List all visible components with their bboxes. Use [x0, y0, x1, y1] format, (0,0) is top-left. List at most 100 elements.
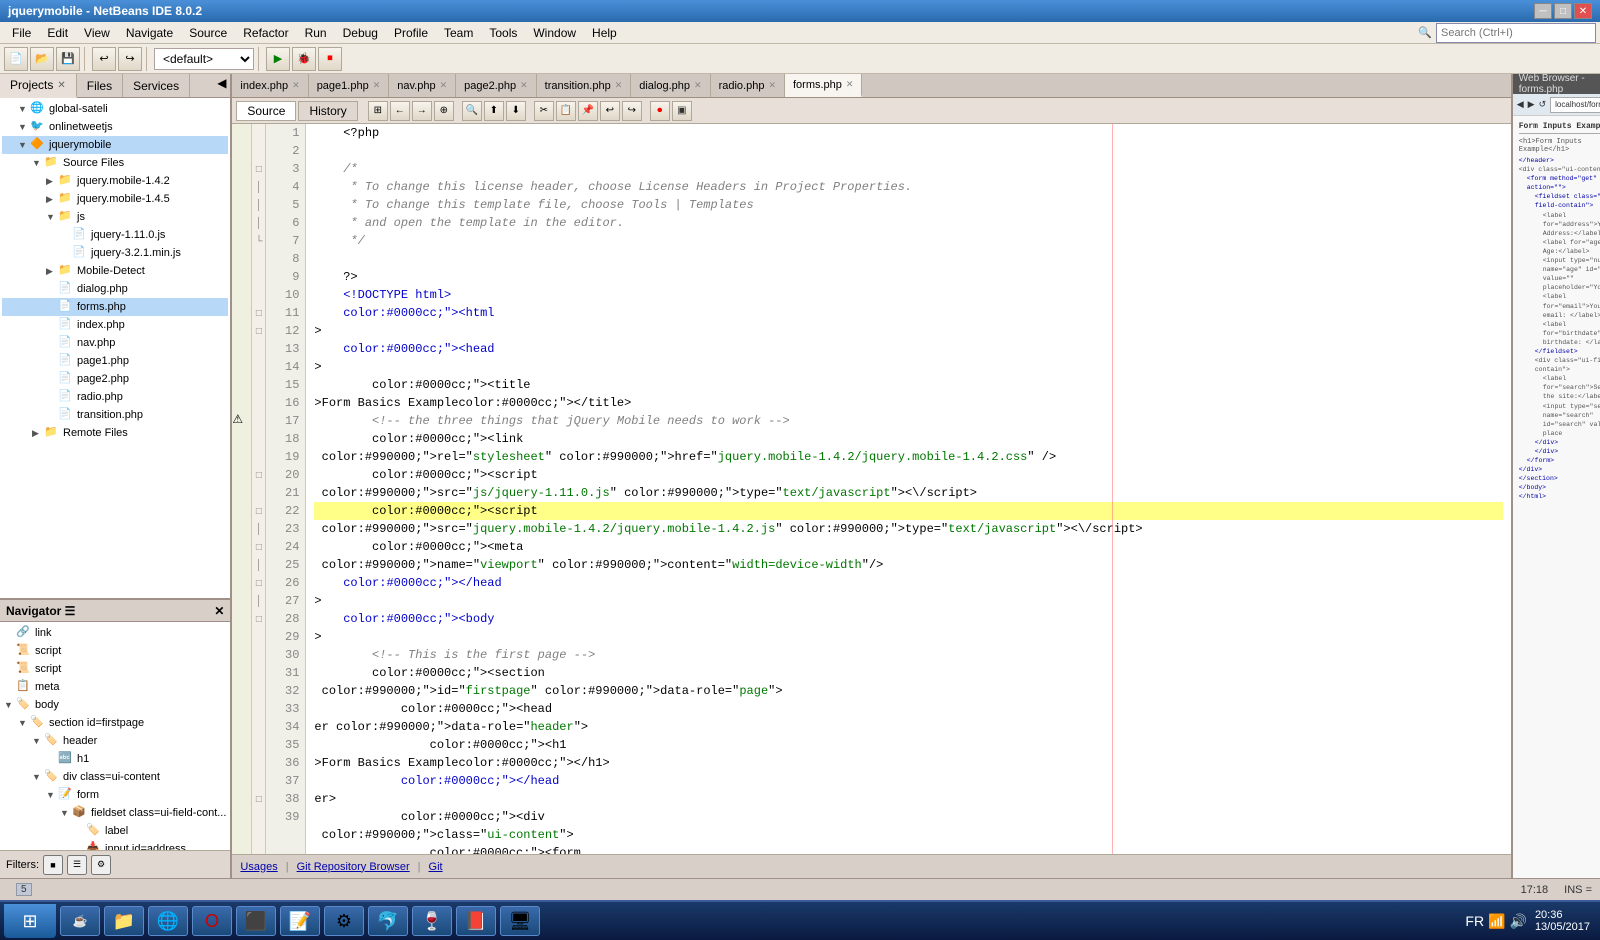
- tree-item-nav[interactable]: 📄 nav.php: [2, 334, 228, 352]
- preview-browser-fwd[interactable]: ▶: [1528, 99, 1535, 110]
- stop-button[interactable]: ⏹: [318, 47, 342, 71]
- tab-page1[interactable]: page1.php ✕: [309, 74, 390, 97]
- close-projects-icon[interactable]: ✕: [57, 80, 65, 91]
- menu-view[interactable]: View: [76, 24, 118, 42]
- tree-item-remote[interactable]: ▶ 📁 Remote Files: [2, 424, 228, 442]
- taskbar-netbeans[interactable]: ☕: [60, 906, 100, 936]
- menu-help[interactable]: Help: [584, 24, 625, 42]
- nav-section[interactable]: ▼ 🏷️ section id=firstpage: [2, 714, 228, 732]
- taskbar-text[interactable]: 📝: [280, 906, 320, 936]
- usages-link[interactable]: Usages: [240, 861, 277, 873]
- ed-btn-find-prev[interactable]: ⬆: [484, 101, 504, 121]
- filter-btn2[interactable]: ☰: [67, 855, 87, 875]
- ed-btn-copy[interactable]: 📋: [556, 101, 576, 121]
- menu-window[interactable]: Window: [525, 24, 584, 42]
- tab-close-icon[interactable]: ✕: [520, 80, 528, 91]
- nav-script1[interactable]: 📜 script: [2, 642, 228, 660]
- ed-btn-last-edit[interactable]: ⊕: [434, 101, 454, 121]
- tab-close-icon[interactable]: ✕: [292, 80, 300, 91]
- fold-cell[interactable]: □: [252, 574, 265, 592]
- nav-script2[interactable]: 📜 script: [2, 660, 228, 678]
- tree-item-sourcefiles[interactable]: ▼ 📁 Source Files: [2, 154, 228, 172]
- tab-projects[interactable]: Projects ✕: [0, 74, 77, 98]
- preview-browser-refresh[interactable]: ↺: [1539, 99, 1547, 110]
- run-button[interactable]: ▶: [266, 47, 290, 71]
- tab-nav[interactable]: nav.php ✕: [389, 74, 456, 97]
- filter-btn3[interactable]: ⚙: [91, 855, 111, 875]
- tab-files[interactable]: Files: [77, 74, 123, 97]
- ed-btn-undo[interactable]: ↩: [600, 101, 620, 121]
- ed-btn-toggle-folds[interactable]: ⊞: [368, 101, 388, 121]
- taskbar-chrome[interactable]: 🌐: [148, 906, 188, 936]
- ed-btn-redo[interactable]: ↪: [622, 101, 642, 121]
- menu-navigate[interactable]: Navigate: [118, 24, 181, 42]
- fold-cell[interactable]: □: [252, 610, 265, 628]
- preview-browser-back[interactable]: ◀: [1517, 99, 1524, 110]
- code-content[interactable]: <?php /* * To change this license header…: [306, 124, 1510, 854]
- nav-input-address[interactable]: 📥 input id=address: [2, 840, 228, 850]
- tree-item-transition[interactable]: 📄 transition.php: [2, 406, 228, 424]
- fold-cell[interactable]: □: [252, 790, 265, 808]
- project-selector[interactable]: <default>: [154, 48, 254, 70]
- menu-refactor[interactable]: Refactor: [235, 24, 296, 42]
- tree-item-js[interactable]: ▼ 📁 js: [2, 208, 228, 226]
- tree-item-radio[interactable]: 📄 radio.php: [2, 388, 228, 406]
- fold-cell[interactable]: □: [252, 304, 265, 322]
- fold-cell[interactable]: □: [252, 160, 265, 178]
- nav-header[interactable]: ▼ 🏷️ header: [2, 732, 228, 750]
- ed-btn-back[interactable]: ←: [390, 101, 410, 121]
- nav-h1[interactable]: 🔤 h1: [2, 750, 228, 768]
- taskbar-screen[interactable]: 🖥: [500, 906, 540, 936]
- save-button[interactable]: 💾: [56, 47, 80, 71]
- menu-tools[interactable]: Tools: [481, 24, 525, 42]
- tree-item-page2[interactable]: 📄 page2.php: [2, 370, 228, 388]
- menu-team[interactable]: Team: [436, 24, 481, 42]
- source-tab[interactable]: Source: [236, 101, 296, 121]
- ed-btn-paste[interactable]: 📌: [578, 101, 598, 121]
- open-button[interactable]: 📂: [30, 47, 54, 71]
- fold-cell[interactable]: □: [252, 538, 265, 556]
- tab-radio[interactable]: radio.php ✕: [711, 74, 785, 97]
- ed-btn-fwd[interactable]: →: [412, 101, 432, 121]
- tree-item-jqm142[interactable]: ▶ 📁 jquery.mobile-1.4.2: [2, 172, 228, 190]
- minimize-button[interactable]: ─: [1534, 3, 1552, 19]
- taskbar-db[interactable]: 🐬: [368, 906, 408, 936]
- undo-button[interactable]: ↩: [92, 47, 116, 71]
- tab-services[interactable]: Services: [123, 74, 190, 97]
- tab-close-icon[interactable]: ✕: [615, 80, 623, 91]
- window-controls[interactable]: ─ □ ✕: [1534, 3, 1592, 19]
- fold-cell[interactable]: □: [252, 322, 265, 340]
- tree-item-mobiledetect[interactable]: ▶ 📁 Mobile-Detect: [2, 262, 228, 280]
- tree-item-twitter[interactable]: ▼ 🐦 onlinetweetjs: [2, 118, 228, 136]
- nav-body[interactable]: ▼ 🏷️ body: [2, 696, 228, 714]
- tree-item-jquery110[interactable]: 📄 jquery-1.11.0.js: [2, 226, 228, 244]
- taskbar-settings[interactable]: ⚙: [324, 906, 364, 936]
- tree-item-global[interactable]: ▼ 🌐 global-sateli: [2, 100, 228, 118]
- git-link[interactable]: Git: [429, 861, 443, 873]
- menu-edit[interactable]: Edit: [39, 24, 76, 42]
- menu-run[interactable]: Run: [297, 24, 335, 42]
- navigator-collapse-icon[interactable]: ✕: [214, 604, 224, 618]
- tab-close-icon[interactable]: ✕: [440, 80, 448, 91]
- tab-forms[interactable]: forms.php ✕: [785, 74, 862, 97]
- tab-close-icon[interactable]: ✕: [846, 79, 854, 90]
- menu-profile[interactable]: Profile: [386, 24, 436, 42]
- menu-file[interactable]: File: [4, 24, 39, 42]
- maximize-button[interactable]: □: [1554, 3, 1572, 19]
- ed-btn-find-next[interactable]: ⬇: [506, 101, 526, 121]
- ed-btn-find[interactable]: 🔍: [462, 101, 482, 121]
- tree-item-jquery321[interactable]: 📄 jquery-3.2.1.min.js: [2, 244, 228, 262]
- tree-item-jqm145[interactable]: ▶ 📁 jquery.mobile-1.4.5: [2, 190, 228, 208]
- panel-collapse-button[interactable]: ◀: [213, 74, 230, 97]
- tab-close-icon[interactable]: ✕: [373, 80, 381, 91]
- nav-fieldset[interactable]: ▼ 📦 fieldset class=ui-field-cont...: [2, 804, 228, 822]
- close-button[interactable]: ✕: [1574, 3, 1592, 19]
- search-input[interactable]: [1436, 23, 1596, 43]
- taskbar-terminal[interactable]: ⬛: [236, 906, 276, 936]
- taskbar-wine[interactable]: 🍷: [412, 906, 452, 936]
- code-container[interactable]: ⚠: [232, 124, 1510, 854]
- fold-cell[interactable]: □: [252, 502, 265, 520]
- tree-item-page1[interactable]: 📄 page1.php: [2, 352, 228, 370]
- nav-meta[interactable]: 📋 meta: [2, 678, 228, 696]
- nav-form[interactable]: ▼ 📝 form: [2, 786, 228, 804]
